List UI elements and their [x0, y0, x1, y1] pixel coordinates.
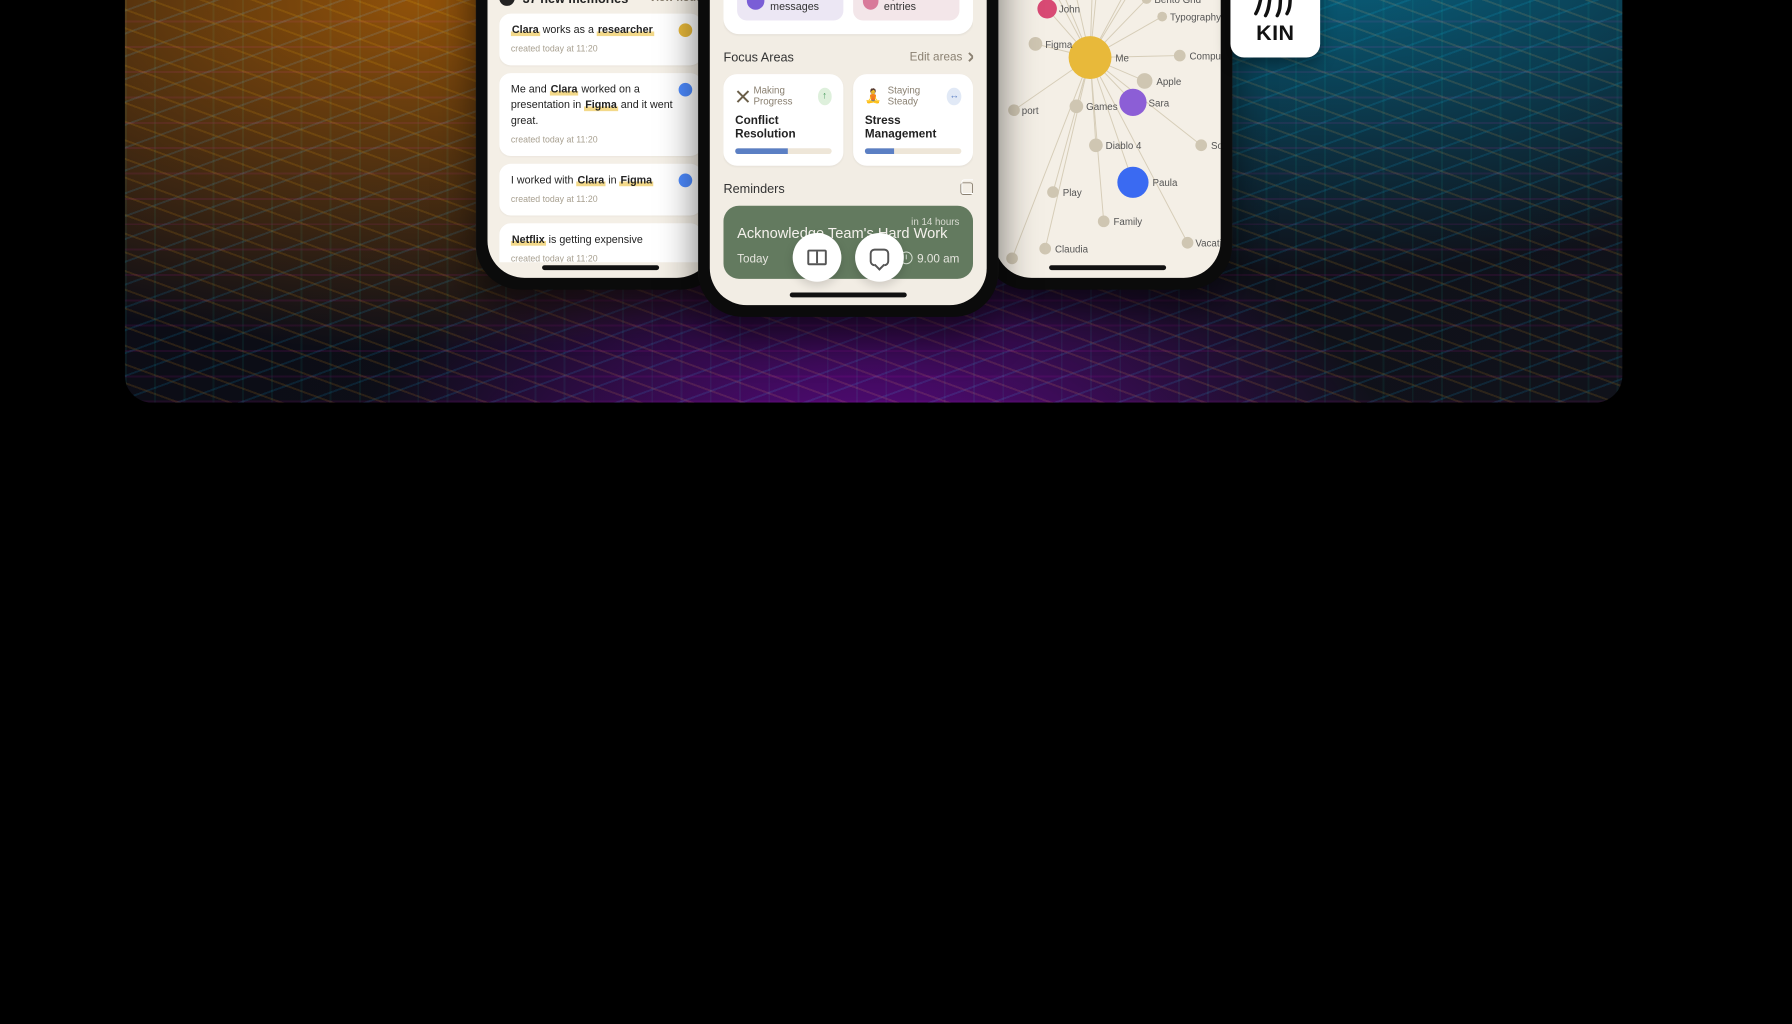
graph-label: Computer	[1190, 52, 1221, 63]
graph-label: Claudia	[1055, 245, 1088, 256]
home-indicator	[790, 293, 907, 298]
graph-node[interactable]	[1069, 36, 1112, 79]
chat-icon	[870, 249, 890, 267]
home-indicator	[542, 265, 659, 270]
tools-icon	[735, 88, 747, 104]
memory-entry[interactable]: Me and Clara worked on a presentation in…	[499, 73, 702, 156]
memory-entry[interactable]: Clara works as a researchercreated today…	[499, 14, 702, 66]
journal-icon	[863, 0, 878, 9]
graph-label: Typography	[1170, 13, 1221, 24]
graph-node[interactable]	[1039, 243, 1051, 255]
kin-logo: KIN	[1230, 0, 1320, 58]
fab-bar	[793, 233, 904, 282]
chat-fab[interactable]	[855, 233, 904, 282]
graph-node[interactable]	[1157, 12, 1167, 22]
lotus-icon: 🧘	[865, 88, 882, 105]
memory-entry[interactable]: Netflix is getting expensivecreated toda…	[499, 223, 702, 262]
graph-phone: 9:41 MeSaraPaulaJohnAppleComputerGamesFi…	[983, 0, 1233, 290]
memory-entry[interactable]: I worked with Clara in Figmacreated toda…	[499, 164, 702, 216]
memory-icon	[499, 0, 515, 6]
memories-card[interactable]: 37 new memories created from 13 messages	[723, 0, 973, 34]
graph-node[interactable]	[1119, 89, 1146, 116]
graph-label: Play	[1063, 188, 1082, 199]
home-phone: 9:41 Hi, Jenny! 2 How was that marketing	[698, 0, 998, 317]
graph-label: port	[1022, 106, 1039, 117]
graph-node[interactable]	[1037, 0, 1057, 19]
journal-fab[interactable]	[793, 233, 842, 282]
graph-label: Sara	[1149, 98, 1170, 109]
graph-node[interactable]	[1047, 186, 1059, 198]
graph-label: Son	[1211, 141, 1221, 152]
graph-label: Paula	[1152, 178, 1177, 189]
journal-phone: 9:41 ✂ Monday, 1 January 2024 MTWTFS 567…	[476, 0, 726, 290]
graph-label: Bento Grid	[1154, 0, 1201, 6]
copy-icon	[960, 182, 973, 195]
graph-label: Vacation	[1195, 239, 1220, 250]
graph-node[interactable]	[1006, 253, 1018, 265]
graph-node[interactable]	[1137, 73, 1153, 89]
trend-icon: ↑	[818, 87, 832, 105]
messages-chip[interactable]: 13 messages	[737, 0, 843, 20]
knowledge-graph[interactable]: MeSaraPaulaJohnAppleComputerGamesFigmaIc…	[1006, 0, 1209, 262]
home-indicator	[1049, 265, 1166, 270]
graph-label: Me	[1115, 54, 1129, 65]
graph-node[interactable]	[1174, 50, 1186, 62]
focus-card[interactable]: 🧘Staying Steady↔Stress Management	[853, 74, 973, 166]
kin-logo-text: KIN	[1256, 20, 1294, 45]
focus-card[interactable]: Making Progress↑Conflict Resolution	[723, 74, 843, 166]
graph-node[interactable]	[1195, 139, 1207, 151]
focus-title: Focus Areas	[723, 49, 793, 64]
view-node-link[interactable]: View node	[649, 0, 702, 4]
graph-label: Figma	[1045, 40, 1072, 51]
graph-node[interactable]	[1029, 37, 1043, 51]
graph-label: Diablo 4	[1106, 141, 1142, 152]
graph-label: Family	[1113, 217, 1142, 228]
graph-node[interactable]	[1070, 99, 1084, 113]
graph-label: Apple	[1156, 77, 1181, 88]
book-icon	[807, 250, 827, 266]
graph-node[interactable]	[1182, 237, 1194, 249]
graph-node[interactable]	[1098, 215, 1110, 227]
edit-areas-link[interactable]: Edit areas	[910, 50, 973, 64]
reminders-title: Reminders	[723, 181, 784, 196]
trend-icon: ↔	[947, 87, 961, 105]
messages-icon	[747, 0, 764, 9]
graph-label: Games	[1086, 102, 1117, 113]
new-memories-summary: 37 new memories	[523, 0, 629, 5]
journal-chip[interactable]: 2 journal entries	[853, 0, 959, 20]
graph-node[interactable]	[1089, 138, 1103, 152]
graph-node[interactable]	[1117, 167, 1148, 198]
fingerprint-icon	[1252, 0, 1299, 19]
promo-stage: KIN 9:41 ✂ Monday, 1 January 2024 MTWTFS	[125, 0, 1623, 403]
graph-label: John	[1059, 5, 1080, 16]
graph-node[interactable]	[1008, 104, 1020, 116]
chevron-right-icon	[965, 52, 973, 62]
reminders-copy-icon[interactable]	[960, 182, 973, 195]
